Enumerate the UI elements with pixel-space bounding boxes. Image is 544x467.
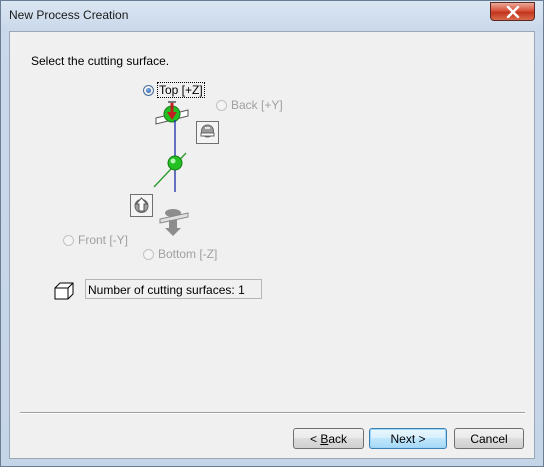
back-button[interactable]: < Back <box>293 428 364 449</box>
top-surface-marker <box>155 101 189 125</box>
back-view-icon <box>200 124 215 138</box>
close-icon <box>506 5 519 18</box>
radio-unselected-icon <box>143 248 154 260</box>
back-surface-radio[interactable]: Back [+Y] <box>216 98 283 112</box>
next-button[interactable]: Next > <box>369 428 447 449</box>
front-view-icon <box>134 197 149 213</box>
title-bar[interactable]: New Process Creation <box>1 1 543 31</box>
top-surface-radio[interactable]: Top [+Z] <box>143 82 205 98</box>
front-surface-radio[interactable]: Front [-Y] <box>63 233 128 247</box>
separator-line <box>20 412 525 414</box>
radio-unselected-icon <box>216 99 227 111</box>
cancel-button[interactable]: Cancel <box>454 428 524 449</box>
cube-icon <box>54 282 74 300</box>
dialog-window: New Process Creation Select the cutting … <box>0 0 544 467</box>
radio-selected-icon <box>143 84 154 96</box>
bottom-surface-radio[interactable]: Bottom [-Z] <box>143 247 217 261</box>
radio-unselected-icon <box>63 234 74 246</box>
back-surface-label: Back [+Y] <box>231 98 283 112</box>
x-axis-line <box>153 152 187 188</box>
origin-sphere <box>167 155 183 171</box>
close-button[interactable] <box>490 2 535 21</box>
cutting-surface-count: Number of cutting surfaces: 1 <box>85 279 262 299</box>
top-surface-label: Top [+Z] <box>157 82 205 98</box>
front-view-button[interactable] <box>130 194 153 217</box>
bottom-surface-marker <box>159 209 189 236</box>
instruction-text: Select the cutting surface. <box>31 54 170 68</box>
dialog-client-area: Select the cutting surface. Top [+Z] Bac… <box>9 31 535 459</box>
front-surface-label: Front [-Y] <box>78 233 129 247</box>
window-title: New Process Creation <box>9 8 129 22</box>
bottom-surface-label: Bottom [-Z] <box>158 247 218 261</box>
back-view-button[interactable] <box>196 121 219 144</box>
